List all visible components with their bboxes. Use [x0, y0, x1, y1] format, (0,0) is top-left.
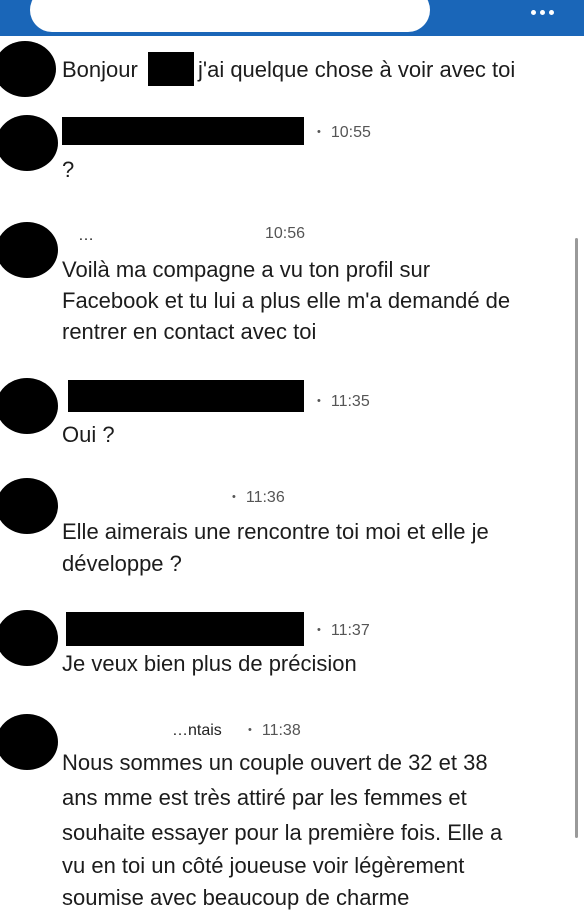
- message-timestamp: • 10:55: [317, 124, 371, 141]
- message-line: ans mme est très attiré par les femmes e…: [62, 785, 467, 810]
- redacted-sender-name: [66, 612, 304, 646]
- scrollbar[interactable]: [575, 238, 578, 838]
- avatar[interactable]: [0, 41, 56, 97]
- message-line: Nous sommes un couple ouvert de 32 et 38: [62, 750, 488, 775]
- avatar[interactable]: [0, 378, 58, 434]
- message-line: Facebook et tu lui a plus elle m'a deman…: [62, 288, 511, 313]
- avatar[interactable]: [0, 478, 58, 534]
- redacted-sender-name: [62, 117, 304, 145]
- redacted-name: [148, 52, 194, 86]
- message-text: ?: [62, 157, 75, 182]
- message-timestamp: • 11:35: [317, 393, 370, 410]
- avatar[interactable]: [0, 714, 58, 770]
- message-text: j'ai quelque chose à voir avec toi: [198, 57, 516, 82]
- avatar[interactable]: [0, 610, 58, 666]
- message-timestamp: 10:56: [265, 225, 306, 242]
- message-line: rentrer en contact avec toi: [62, 319, 317, 344]
- conversation-header: [0, 0, 584, 36]
- message-text: Oui ?: [62, 422, 115, 447]
- message-line: vu en toi un côté joueuse voir légèremen…: [62, 853, 465, 878]
- message-line: développe ?: [62, 551, 182, 576]
- sender-name-fragment: …: [78, 227, 94, 244]
- message-line: soumise avec beaucoup de charme: [62, 885, 410, 910]
- message-text-prefix: Bonjour: [62, 57, 138, 82]
- redacted-sender-name: [68, 380, 304, 412]
- message-line: Elle aimerais une rencontre toi moi et e…: [62, 519, 489, 544]
- more-options-icon[interactable]: [531, 10, 554, 15]
- message-line: souhaite essayer pour la première fois. …: [62, 820, 503, 845]
- sender-name-fragment: …ntais: [172, 722, 222, 739]
- conversation-title-redacted: [30, 0, 430, 32]
- avatar[interactable]: [0, 115, 58, 171]
- avatar[interactable]: [0, 222, 58, 278]
- message-timestamp: • 11:38: [248, 722, 301, 739]
- message-line: Voilà ma compagne a vu ton profil sur: [62, 257, 431, 282]
- message-text: Je veux bien plus de précision: [62, 651, 357, 676]
- message-timestamp: • 11:36: [232, 489, 285, 506]
- message-timestamp: • 11:37: [317, 622, 370, 639]
